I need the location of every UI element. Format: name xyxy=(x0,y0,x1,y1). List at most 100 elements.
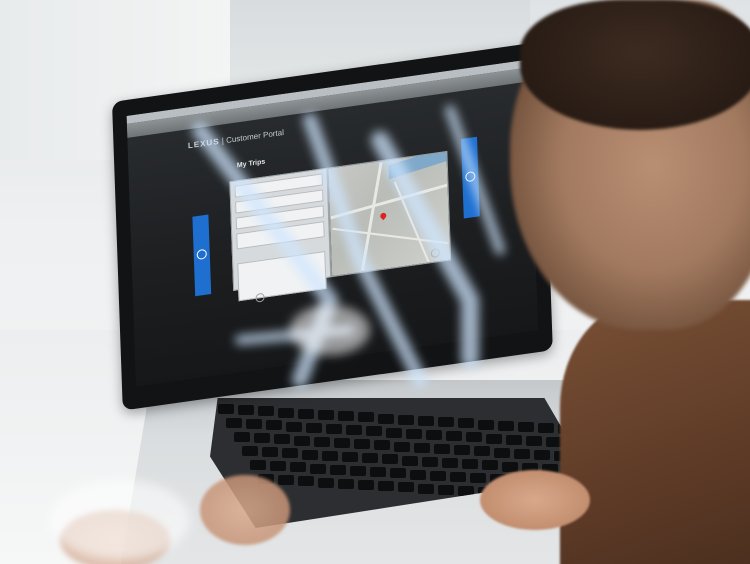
keyboard-key[interactable] xyxy=(334,438,350,448)
map-water xyxy=(388,150,449,180)
keyboard-key[interactable] xyxy=(426,430,442,440)
keyboard-key[interactable] xyxy=(282,448,298,459)
keyboard-key[interactable] xyxy=(374,440,390,451)
keyboard-key[interactable] xyxy=(434,444,450,454)
trip-notes[interactable] xyxy=(237,251,327,302)
keyboard-key[interactable] xyxy=(318,477,334,488)
back-icon[interactable] xyxy=(255,292,265,303)
trip-map[interactable] xyxy=(327,150,452,278)
keyboard-key[interactable] xyxy=(298,476,314,487)
keyboard-key[interactable] xyxy=(290,462,306,473)
keyboard-key[interactable] xyxy=(226,418,242,428)
keyboard-key[interactable] xyxy=(478,419,494,430)
keyboard-key[interactable] xyxy=(458,418,474,429)
keyboard-key[interactable] xyxy=(486,433,502,444)
keyboard-key[interactable] xyxy=(482,460,498,471)
keyboard-key[interactable] xyxy=(462,459,478,470)
keyboard-key[interactable] xyxy=(274,434,290,445)
keyboard-key[interactable] xyxy=(442,458,458,468)
keyboard-key[interactable] xyxy=(402,455,418,466)
keyboard-key[interactable] xyxy=(418,483,434,494)
keyboard-key[interactable] xyxy=(254,433,270,444)
keyboard-key[interactable] xyxy=(370,467,386,478)
keyboard-key[interactable] xyxy=(362,453,378,464)
left-hand-blurred xyxy=(60,510,170,564)
keyboard-key[interactable] xyxy=(354,439,370,450)
right-hand xyxy=(480,470,590,530)
keyboard-key[interactable] xyxy=(358,412,374,423)
keyboard-key[interactable] xyxy=(406,428,422,439)
keyboard-key[interactable] xyxy=(350,466,366,476)
keyboard-key[interactable] xyxy=(266,420,282,431)
keyboard-key[interactable] xyxy=(314,436,330,447)
keyboard-key[interactable] xyxy=(410,469,426,480)
keyboard-key[interactable] xyxy=(278,475,294,486)
keyboard-key[interactable] xyxy=(250,460,266,470)
keyboard-key[interactable] xyxy=(502,461,518,472)
trip-card xyxy=(229,167,332,302)
keyboard-key[interactable] xyxy=(514,448,530,459)
previous-trip-button[interactable] xyxy=(192,214,212,297)
keyboard-key[interactable] xyxy=(498,420,514,431)
keyboard-key[interactable] xyxy=(518,422,534,432)
keyboard-key[interactable] xyxy=(278,407,294,418)
keyboard-key[interactable] xyxy=(366,426,382,437)
keyboard-key[interactable] xyxy=(398,482,414,493)
keyboard-key[interactable] xyxy=(318,410,334,420)
keyboard-key[interactable] xyxy=(358,480,374,490)
keyboard-key[interactable] xyxy=(238,405,254,416)
keyboard-key[interactable] xyxy=(346,425,362,436)
keyboard-key[interactable] xyxy=(390,468,406,479)
keyboard-key[interactable] xyxy=(382,454,398,465)
keyboard-key[interactable] xyxy=(450,472,466,482)
keyboard-key[interactable] xyxy=(246,419,262,430)
keyboard-key[interactable] xyxy=(242,446,258,456)
keyboard-key[interactable] xyxy=(218,404,234,414)
keyboard-key[interactable] xyxy=(470,473,486,484)
keyboard-key[interactable] xyxy=(306,422,322,433)
keyboard-key[interactable] xyxy=(338,478,354,489)
keyboard-key[interactable] xyxy=(422,456,438,467)
map-pin-icon[interactable] xyxy=(379,211,388,221)
keyboard-key[interactable] xyxy=(294,435,310,446)
left-hand xyxy=(200,475,290,545)
keyboard-key[interactable] xyxy=(446,431,462,442)
keyboard-key[interactable] xyxy=(258,406,274,417)
keyboard-key[interactable] xyxy=(494,447,510,458)
keyboard-key[interactable] xyxy=(438,484,454,495)
keyboard-key[interactable] xyxy=(534,450,550,460)
keyboard-key[interactable] xyxy=(342,452,358,462)
keyboard-key[interactable] xyxy=(418,416,434,426)
keyboard-key[interactable] xyxy=(338,411,354,422)
next-trip-button[interactable] xyxy=(461,136,480,219)
keyboard-key[interactable] xyxy=(310,463,326,474)
keyboard-key[interactable] xyxy=(454,445,470,456)
keyboard-key[interactable] xyxy=(378,481,394,492)
keyboard-key[interactable] xyxy=(414,442,430,453)
keyboard-key[interactable] xyxy=(466,432,482,443)
laptop-screen: LEXUS | Customer Portal My Trips xyxy=(126,59,539,387)
portal-title: Customer Portal xyxy=(225,127,285,145)
keyboard-key[interactable] xyxy=(298,408,314,419)
laptop-lid: LEXUS | Customer Portal My Trips xyxy=(112,41,553,411)
keyboard-key[interactable] xyxy=(330,464,346,475)
keyboard-key[interactable] xyxy=(474,446,490,457)
keyboard-key[interactable] xyxy=(506,434,522,445)
keyboard-key[interactable] xyxy=(262,447,278,458)
keyboard-key[interactable] xyxy=(378,413,394,424)
keyboard-key[interactable] xyxy=(286,421,302,432)
keyboard-key[interactable] xyxy=(326,424,342,434)
keyboard-key[interactable] xyxy=(398,414,414,425)
keyboard-key[interactable] xyxy=(386,427,402,438)
keyboard-key[interactable] xyxy=(302,449,318,460)
chevron-right-icon xyxy=(465,170,476,183)
keyboard-key[interactable] xyxy=(322,450,338,461)
keyboard-key[interactable] xyxy=(234,432,250,442)
keyboard-key[interactable] xyxy=(526,436,542,446)
keyboard-key[interactable] xyxy=(430,470,446,481)
keyboard-key[interactable] xyxy=(538,423,554,434)
keyboard-key[interactable] xyxy=(394,441,410,452)
person-hair xyxy=(520,0,750,130)
keyboard-key[interactable] xyxy=(270,461,286,472)
keyboard-key[interactable] xyxy=(438,417,454,428)
